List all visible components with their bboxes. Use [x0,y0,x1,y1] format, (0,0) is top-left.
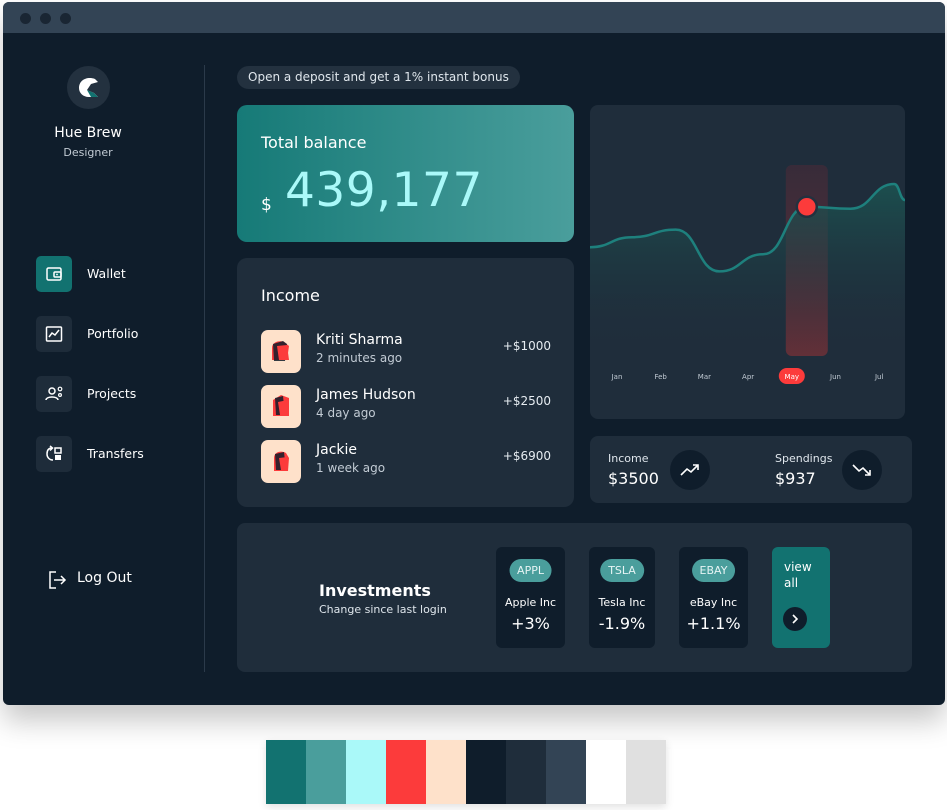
nav-label-portfolio: Portfolio [87,326,139,341]
nav-item-projects[interactable]: Projects [36,376,196,412]
user-name: Hue Brew [54,125,122,141]
chart-x-label: Jul [874,373,884,381]
balance-card: Total balance $ 439,177 [237,105,574,242]
palette-swatch [626,740,666,804]
nav-label-wallet: Wallet [87,266,126,281]
transaction-amount: +$1000 [502,339,551,353]
contact-name: Kriti Sharma [316,332,403,348]
view-all-button[interactable]: view all [772,547,830,648]
window-titlebar [3,2,945,33]
window-minimize-dot[interactable] [40,13,51,24]
stock-change: +1.1% [686,614,741,633]
stock-ticker: APPL [509,559,552,582]
balance-chart-svg: Jan Feb Mar Apr May Jun Jul [590,165,905,384]
stock-card-ebay[interactable]: EBAY eBay Inc +1.1% [679,547,748,648]
user-role: Designer [63,146,113,159]
trend-down-icon[interactable] [842,450,882,490]
palette-swatch [266,740,306,804]
stock-name: eBay Inc [689,596,738,609]
chart-x-label: Jun [829,373,841,381]
palette-swatch [346,740,386,804]
chart-x-label: Mar [698,373,711,381]
contact-name: Jackie [316,442,358,458]
nav-label-transfers: Transfers [87,446,144,461]
stock-name: Apple Inc [504,596,557,609]
stock-card-tsla[interactable]: TSLA Tesla Inc -1.9% [589,547,655,648]
stock-card-appl[interactable]: APPL Apple Inc +3% [496,547,565,648]
income-stat-value: $3500 [608,469,659,488]
income-transaction-row[interactable]: Kriti Sharma 2 minutes ago +$1000 [261,330,551,374]
balance-label: Total balance [261,133,367,152]
nav-item-portfolio[interactable]: Portfolio [36,316,196,352]
balance-amount: 439,177 [285,163,483,218]
logout-button[interactable]: Log Out [47,568,147,592]
transfer-icon [36,436,72,472]
transaction-time: 4 day ago [316,406,376,420]
logout-icon [49,571,67,589]
transaction-amount: +$2500 [502,394,551,408]
chart-x-label: Feb [654,373,667,381]
palette-swatch [546,740,586,804]
palette-swatch [386,740,426,804]
income-spendings-summary: Income $3500 Spendings $937 [590,436,912,503]
palette-swatch [426,740,466,804]
contact-avatar [261,440,301,483]
transaction-time: 2 minutes ago [316,351,403,365]
highlight-point[interactable] [795,195,819,219]
balance-chart[interactable]: Jan Feb Mar Apr May Jun Jul [590,105,905,419]
palette-swatch [586,740,626,804]
stock-change: +3% [511,614,550,633]
nav-item-wallet[interactable]: Wallet [36,256,196,292]
projects-user-gear-icon [36,376,72,412]
user-avatar[interactable] [67,66,110,109]
investments-card: Investments Change since last login APPL… [237,523,912,672]
income-title: Income [261,286,320,305]
palette-swatch [306,740,346,804]
chevron-right-icon [783,607,807,631]
transaction-amount: +$6900 [502,449,551,463]
income-stat-label: Income [608,452,649,465]
chart-x-label: May [785,373,799,381]
nav-item-transfers[interactable]: Transfers [36,436,196,472]
balance-currency: $ [261,195,272,215]
transaction-time: 1 week ago [316,461,386,475]
chart-area [590,184,905,355]
stock-name: Tesla Inc [598,596,646,609]
wallet-icon [36,256,72,292]
logout-label: Log Out [77,570,132,586]
income-card: Income Kriti Sharma 2 minutes ago +$1000… [237,258,574,507]
contact-name: James Hudson [316,387,416,403]
stock-ticker: EBAY [691,559,736,582]
color-palette [266,740,666,804]
palette-swatch [466,740,506,804]
portfolio-chart-icon [36,316,72,352]
view-all-label: view all [784,560,812,590]
spendings-stat-value: $937 [775,469,816,488]
palette-swatch [506,740,546,804]
spendings-stat-label: Spendings [775,452,833,465]
investments-subtitle: Change since last login [319,603,447,616]
contact-avatar [261,385,301,428]
sidebar-divider [204,65,205,672]
stock-ticker: TSLA [600,559,644,582]
contact-avatar [261,330,301,373]
nav-label-projects: Projects [87,386,137,401]
income-transaction-row[interactable]: Jackie 1 week ago +$6900 [261,440,551,484]
trend-up-icon[interactable] [670,450,710,490]
app-window: Hue Brew Designer Wallet Portfolio Proje… [3,2,945,705]
stock-change: -1.9% [598,614,646,633]
chart-x-label: Apr [742,373,754,381]
promo-banner[interactable]: Open a deposit and get a 1% instant bonu… [237,66,520,89]
helmet-avatar-icon [79,78,98,97]
chart-x-axis: Jan Feb Mar Apr May Jun Jul [611,368,884,384]
investments-title: Investments [319,581,431,600]
income-transaction-row[interactable]: James Hudson 4 day ago +$2500 [261,385,551,429]
window-close-dot[interactable] [20,13,31,24]
window-maximize-dot[interactable] [60,13,71,24]
chart-x-label: Jan [611,373,623,381]
